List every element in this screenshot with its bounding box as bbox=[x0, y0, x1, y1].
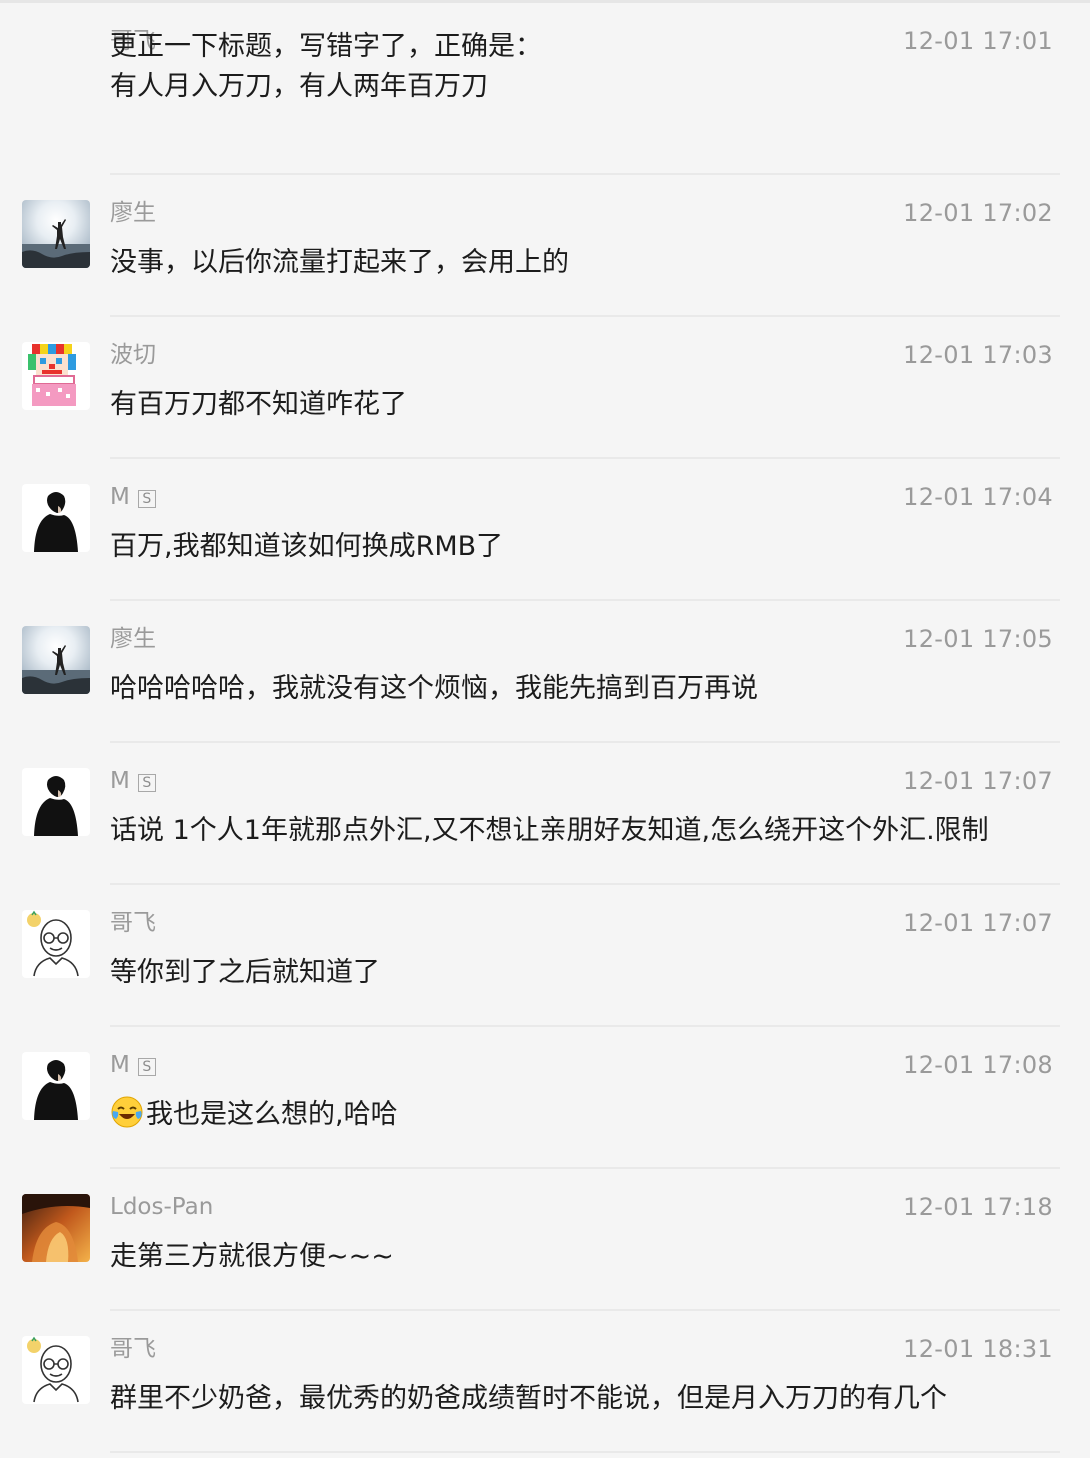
chat-message-list[interactable]: 哥飞 12-01 17:01 更正一下标题，写错字了，正确是： 有人月入万刀，有… bbox=[0, 3, 1090, 1453]
message-line-text: 我也是这么想的,哈哈 bbox=[146, 1099, 398, 1130]
chat-message: Ldos-Pan 12-01 17:18 走第三方就很方便~~~ bbox=[0, 1169, 1090, 1311]
chat-message: 哥飞 12-01 17:01 更正一下标题，写错字了，正确是： 有人月入万刀，有… bbox=[0, 3, 1090, 175]
bald-glasses-cartoon-icon bbox=[22, 1336, 90, 1404]
message-line: 没事，以后你流量打起来了，会用上的 bbox=[110, 247, 569, 278]
sender-name[interactable]: Ldos-Pan bbox=[110, 1192, 213, 1222]
sender-name[interactable]: 哥飞 bbox=[110, 1334, 156, 1364]
sender-name-text: 廖生 bbox=[110, 200, 156, 226]
message-text[interactable]: 群里不少奶爸，最优秀的奶爸成绩暂时不能说，但是月入万刀的有几个 bbox=[110, 1379, 1060, 1419]
black-silhouette-icon bbox=[22, 768, 90, 836]
message-text[interactable]: 百万,我都知道该如何换成RMB了 bbox=[110, 527, 1060, 567]
message-time: 12-01 17:07 bbox=[903, 767, 1053, 795]
message-line: 有人月入万刀，有人两年百万刀 bbox=[110, 71, 488, 102]
avatar[interactable] bbox=[22, 910, 90, 978]
message-time: 12-01 17:03 bbox=[903, 341, 1053, 369]
message-line: 等你到了之后就知道了 bbox=[110, 957, 380, 988]
chat-message: 廖生 12-01 17:02 没事，以后你流量打起来了，会用上的 bbox=[0, 175, 1090, 317]
sender-name[interactable]: 波切 bbox=[110, 340, 156, 370]
avatar[interactable] bbox=[22, 342, 90, 410]
silhouette-beach-photo-icon bbox=[22, 626, 90, 694]
laughing-crying-emoji-icon bbox=[110, 1095, 144, 1129]
avatar[interactable] bbox=[22, 1052, 90, 1120]
message-line: 有百万刀都不知道咋花了 bbox=[110, 389, 407, 420]
message-text[interactable]: 等你到了之后就知道了 bbox=[110, 953, 1060, 993]
message-time: 12-01 17:05 bbox=[903, 625, 1053, 653]
message-line: 百万,我都知道该如何换成RMB了 bbox=[110, 531, 504, 562]
sender-badge: S bbox=[137, 774, 156, 792]
message-time: 12-01 17:08 bbox=[903, 1051, 1053, 1079]
message-divider bbox=[110, 1451, 1060, 1453]
sender-name[interactable]: M S bbox=[110, 1050, 156, 1080]
chat-message: 哥飞 12-01 18:31 群里不少奶爸，最优秀的奶爸成绩暂时不能说，但是月入… bbox=[0, 1311, 1090, 1453]
bald-glasses-cartoon-icon bbox=[22, 910, 90, 978]
message-text[interactable]: 有百万刀都不知道咋花了 bbox=[110, 385, 1060, 425]
message-time: 12-01 17:02 bbox=[903, 199, 1053, 227]
message-text[interactable]: 哈哈哈哈哈，我就没有这个烦恼，我能先搞到百万再说 bbox=[110, 669, 1060, 709]
avatar[interactable] bbox=[22, 1194, 90, 1262]
avatar[interactable] bbox=[22, 768, 90, 836]
sender-name[interactable]: 廖生 bbox=[110, 198, 156, 228]
message-line: 话说 1个人1年就那点外汇,又不想让亲朋好友知道,怎么绕开这个外汇.限制 bbox=[110, 815, 989, 846]
avatar[interactable] bbox=[22, 1336, 90, 1404]
sender-name-text: M bbox=[110, 768, 130, 794]
black-silhouette-icon bbox=[22, 484, 90, 552]
message-time: 12-01 17:18 bbox=[903, 1193, 1053, 1221]
sender-name-text: M bbox=[110, 484, 130, 510]
sender-name-text: 廖生 bbox=[110, 626, 156, 652]
sender-name[interactable]: 廖生 bbox=[110, 624, 156, 654]
message-text[interactable]: 我也是这么想的,哈哈 bbox=[110, 1095, 1060, 1135]
sunset-hair-photo-icon bbox=[22, 1194, 90, 1262]
message-line: 哈哈哈哈哈，我就没有这个烦恼，我能先搞到百万再说 bbox=[110, 673, 758, 704]
message-line: 更正一下标题，写错字了，正确是： bbox=[110, 31, 542, 62]
sender-name-text: Ldos-Pan bbox=[110, 1194, 214, 1220]
sender-name-text: 哥飞 bbox=[110, 1336, 156, 1362]
message-time: 12-01 17:04 bbox=[903, 483, 1053, 511]
chat-message: 哥飞 12-01 17:07 等你到了之后就知道了 bbox=[0, 885, 1090, 1027]
sender-badge: S bbox=[137, 490, 156, 508]
message-time: 12-01 17:07 bbox=[903, 909, 1053, 937]
avatar[interactable] bbox=[22, 626, 90, 694]
avatar[interactable] bbox=[22, 200, 90, 268]
message-time: 12-01 18:31 bbox=[903, 1335, 1053, 1363]
sender-name-text: 哥飞 bbox=[110, 910, 156, 936]
sender-name-text: M bbox=[110, 1052, 130, 1078]
message-line: 我也是这么想的,哈哈 bbox=[110, 1095, 1060, 1135]
avatar[interactable] bbox=[22, 484, 90, 552]
chat-message: M S 12-01 17:07 话说 1个人1年就那点外汇,又不想让亲朋好友知道… bbox=[0, 743, 1090, 885]
message-line: 走第三方就很方便~~~ bbox=[110, 1241, 394, 1272]
chat-message: M S 12-01 17:04 百万,我都知道该如何换成RMB了 bbox=[0, 459, 1090, 601]
message-text[interactable]: 更正一下标题，写错字了，正确是： 有人月入万刀，有人两年百万刀 bbox=[110, 27, 1060, 107]
chat-message: 波切 12-01 17:03 有百万刀都不知道咋花了 bbox=[0, 317, 1090, 459]
message-text[interactable]: 话说 1个人1年就那点外汇,又不想让亲朋好友知道,怎么绕开这个外汇.限制 bbox=[110, 811, 1060, 851]
chat-message: 廖生 12-01 17:05 哈哈哈哈哈，我就没有这个烦恼，我能先搞到百万再说 bbox=[0, 601, 1090, 743]
sender-badge: S bbox=[137, 1058, 156, 1076]
silhouette-beach-photo-icon bbox=[22, 200, 90, 268]
sender-name-text: 波切 bbox=[110, 342, 156, 368]
chat-message: M S 12-01 17:08 我也是这么想的,哈哈 bbox=[0, 1027, 1090, 1169]
sender-name[interactable]: M S bbox=[110, 482, 156, 512]
black-silhouette-icon bbox=[22, 1052, 90, 1120]
pixel-clown-icon bbox=[22, 342, 90, 410]
sender-name[interactable]: M S bbox=[110, 766, 156, 796]
message-text[interactable]: 没事，以后你流量打起来了，会用上的 bbox=[110, 243, 1060, 283]
sender-name[interactable]: 哥飞 bbox=[110, 908, 156, 938]
message-line: 群里不少奶爸，最优秀的奶爸成绩暂时不能说，但是月入万刀的有几个 bbox=[110, 1383, 947, 1414]
message-text[interactable]: 走第三方就很方便~~~ bbox=[110, 1237, 1060, 1277]
